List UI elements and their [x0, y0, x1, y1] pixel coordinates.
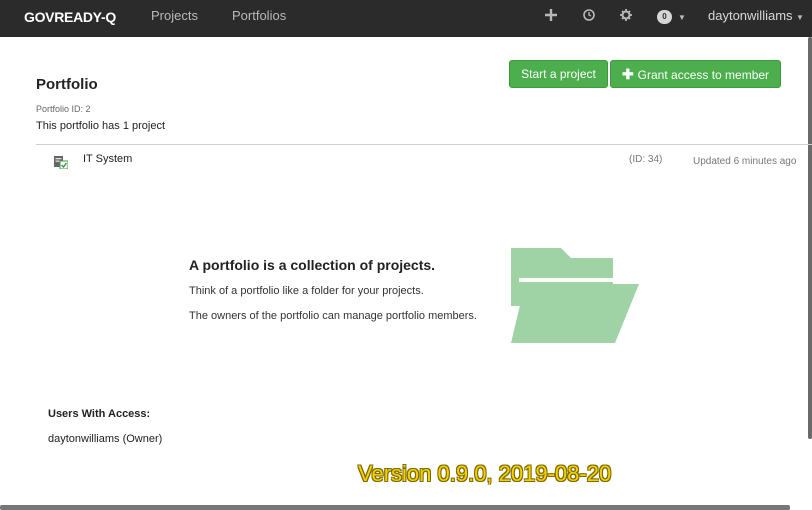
top-navbar: GOVREADY-Q Projects Portfolios 0 ▼ dayto… [0, 0, 812, 37]
page-title: Portfolio [36, 76, 98, 93]
folder-icon [511, 248, 639, 343]
users-heading: Users With Access: [48, 408, 151, 420]
clock-icon[interactable] [582, 5, 596, 31]
notification-badge[interactable]: 0 [657, 10, 672, 24]
chevron-down-icon[interactable]: ▼ [796, 13, 804, 22]
user-menu[interactable]: daytonwilliams [708, 8, 793, 23]
explanation-text: The owners of the portfolio can manage p… [189, 310, 477, 322]
version-label: Version 0.9.0, 2019-08-20 [358, 461, 612, 486]
explanation-heading: A portfolio is a collection of projects. [189, 257, 436, 273]
brand-logo[interactable]: GOVREADY-Q [24, 9, 116, 25]
nav-link-projects[interactable]: Projects [151, 8, 198, 23]
plus-icon[interactable] [544, 5, 558, 31]
project-name-link[interactable]: IT System [83, 153, 132, 165]
plus-icon: ✚ [621, 66, 634, 82]
start-project-button[interactable]: Start a project [509, 60, 608, 88]
grant-access-button[interactable]: ✚ Grant access to member [610, 60, 781, 88]
project-id: (ID: 34) [629, 154, 663, 165]
divider [36, 144, 812, 145]
grant-access-label: Grant access to member [637, 68, 770, 82]
horizontal-scrollbar[interactable] [0, 505, 790, 510]
user-entry: daytonwilliams (Owner) [48, 433, 163, 445]
project-icon [54, 156, 68, 169]
nav-link-portfolios[interactable]: Portfolios [232, 8, 286, 23]
gear-icon[interactable] [619, 5, 633, 31]
vertical-scrollbar[interactable] [808, 37, 812, 439]
portfolio-id: Portfolio ID: 2 [36, 104, 91, 114]
explanation-text: Think of a portfolio like a folder for y… [189, 285, 424, 297]
project-updated: Updated 6 minutes ago [693, 156, 797, 167]
portfolio-count: This portfolio has 1 project [36, 120, 166, 132]
chevron-down-icon[interactable]: ▼ [678, 13, 686, 22]
